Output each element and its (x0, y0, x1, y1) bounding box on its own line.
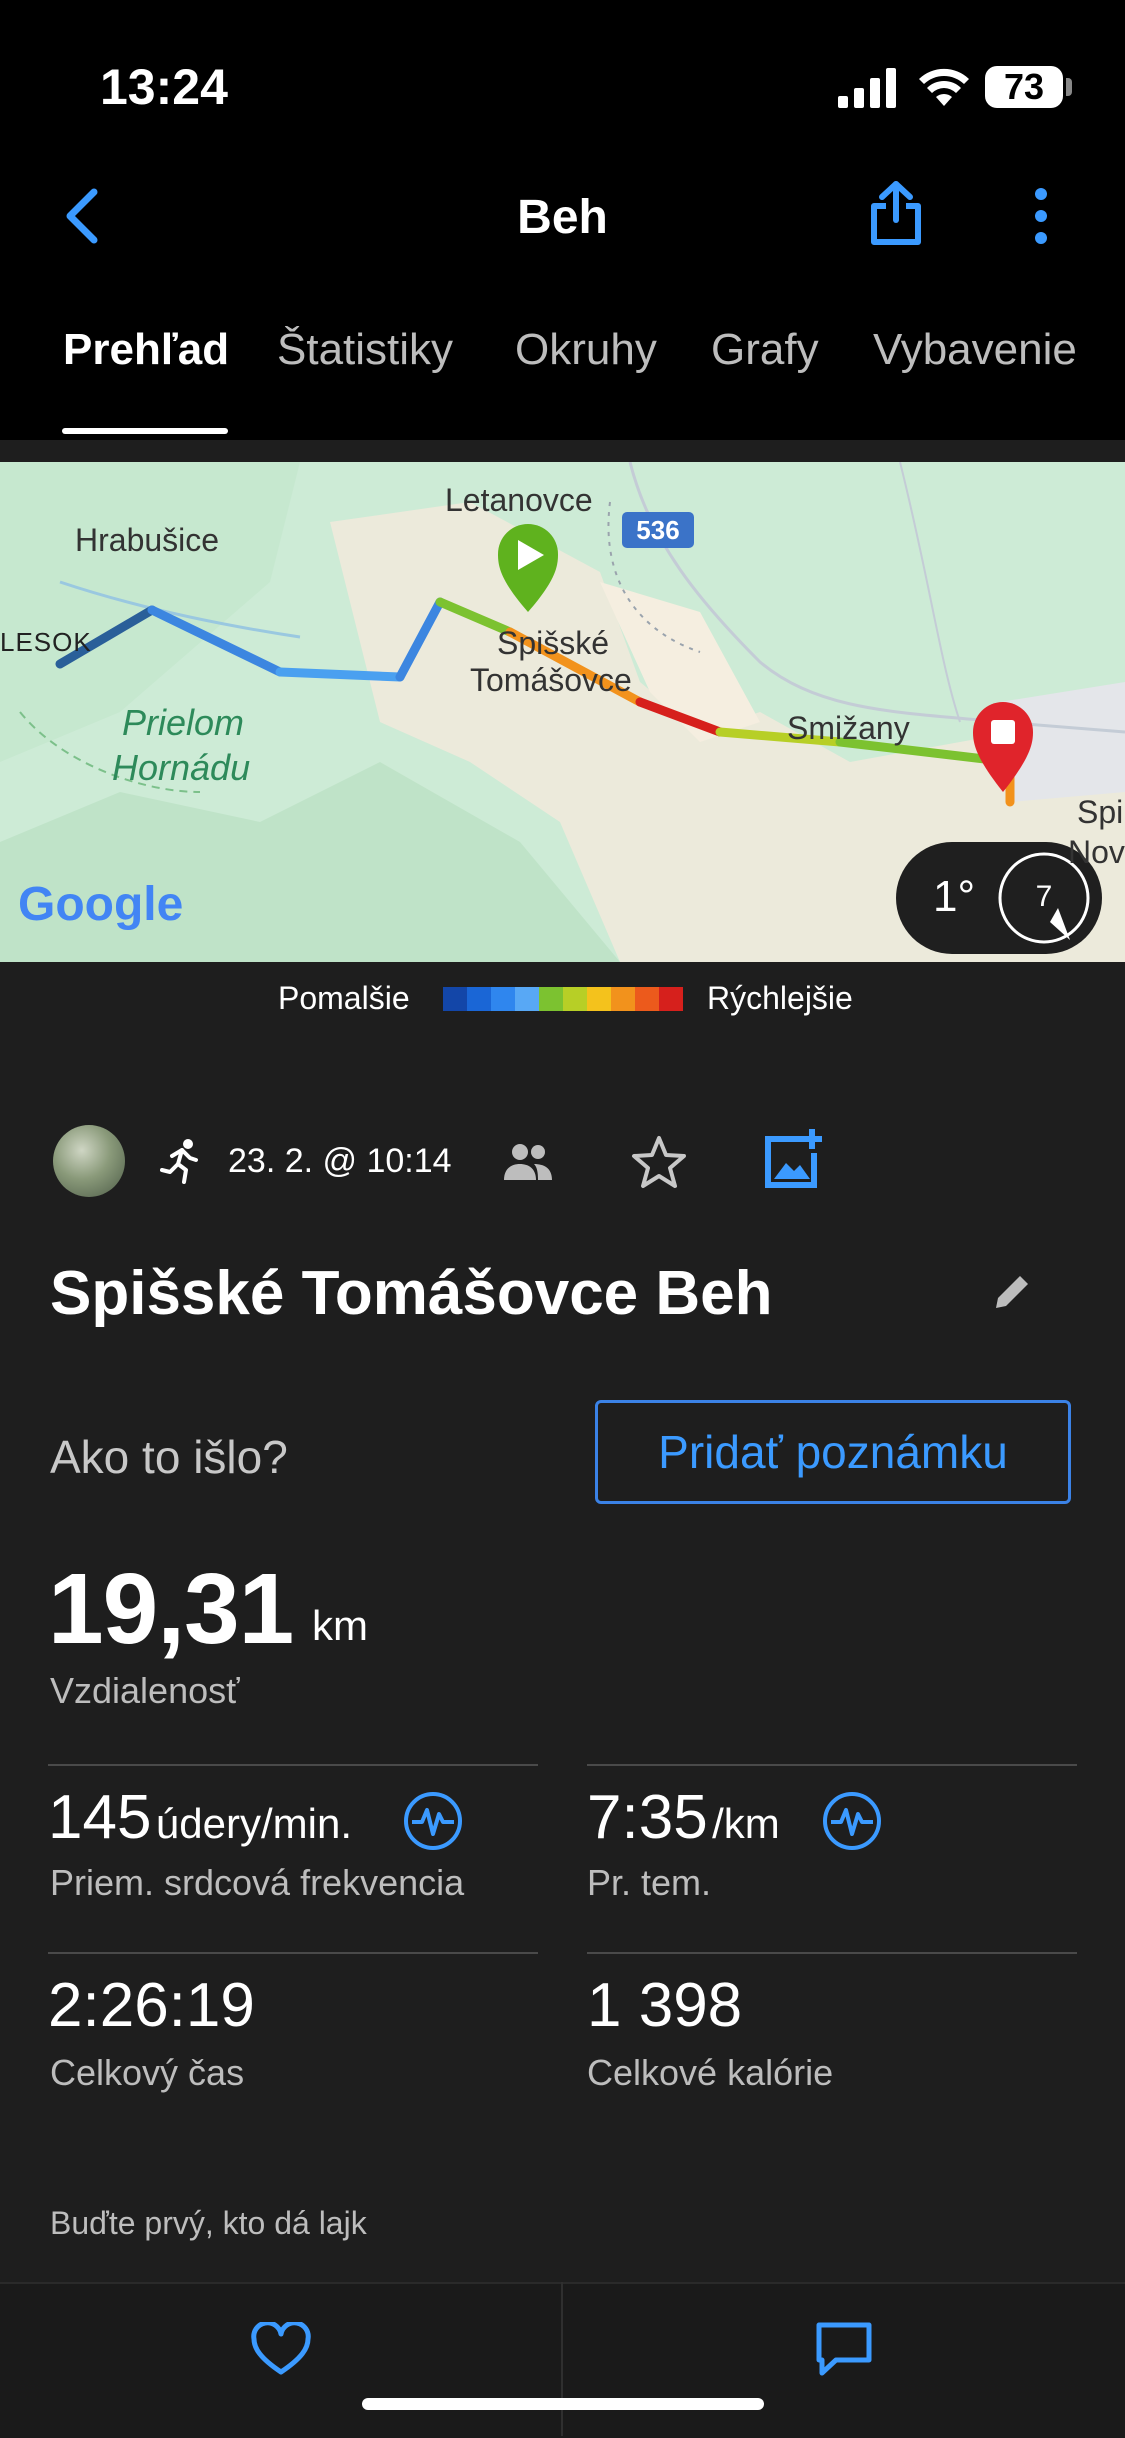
more-vertical-icon[interactable] (1030, 186, 1052, 246)
total-time-label: Celkový čas (50, 2052, 245, 2093)
activity-date: 23. 2. @ 10:14 (228, 1142, 452, 1180)
map-label-prielom: Prielom (122, 702, 245, 743)
battery-indicator: 73 (985, 66, 1063, 108)
tab-overview[interactable]: Prehľad (63, 325, 229, 375)
weather-temp: 1° (933, 872, 976, 921)
wifi-icon (919, 68, 969, 106)
map-label-nov: Nov (1068, 834, 1125, 870)
comment-icon[interactable] (814, 2320, 874, 2378)
edit-pencil-icon[interactable] (990, 1272, 1032, 1314)
how-did-it-go-label: Ako to išlo? (50, 1431, 288, 1483)
add-note-button[interactable]: Pridať poznámku (595, 1400, 1071, 1504)
total-time-value: 2:26:19 (48, 1971, 255, 2040)
heart-like-icon[interactable] (250, 2322, 312, 2378)
people-icon[interactable] (502, 1142, 554, 1182)
share-icon[interactable] (868, 180, 924, 246)
map-label-hornadu: Hornádu (112, 747, 251, 788)
tab-charts[interactable]: Grafy (711, 325, 819, 375)
tab-active-indicator (62, 428, 228, 434)
avatar[interactable] (53, 1125, 125, 1197)
divider (48, 1764, 538, 1766)
distance-unit: km (312, 1602, 368, 1649)
divider (48, 1952, 538, 1954)
speed-legend-bar (443, 987, 683, 1011)
route-segment (275, 667, 405, 682)
home-indicator (362, 2398, 764, 2410)
distance-value: 19,31 (48, 1553, 294, 1665)
tab-statistics[interactable]: Štatistiky (277, 325, 453, 375)
google-logo: Google (18, 878, 184, 931)
page-title: Beh (517, 191, 608, 244)
pace-value: 7:35 (587, 1783, 708, 1852)
calories-value: 1 398 (587, 1971, 743, 2040)
divider (587, 1764, 1077, 1766)
heart-rate-stat[interactable]: 145 údery/min. (48, 1782, 352, 1853)
divider (587, 1952, 1077, 1954)
status-time: 13:24 (100, 59, 228, 115)
distance-label: Vzdialenosť (50, 1670, 240, 1711)
pace-activity-icon[interactable] (821, 1790, 883, 1852)
heart-rate-value: 145 (48, 1783, 152, 1852)
wind-speed: 7 (1035, 880, 1053, 913)
map-label-tomasovce: Tomášovce (470, 662, 632, 698)
legend-faster: Rýchlejšie (707, 980, 853, 1016)
map-label-smizany: Smižany (787, 710, 910, 746)
tab-laps[interactable]: Okruhy (515, 325, 657, 375)
star-icon[interactable] (630, 1134, 688, 1190)
divider (561, 2282, 563, 2436)
battery-cap (1066, 78, 1072, 96)
heart-rate-label: Priem. srdcová frekvencia (50, 1862, 465, 1903)
map-label-spisske: Spišské (497, 625, 610, 661)
route-map[interactable]: Letanovce Hrabušice LESOK Prielom Hornád… (0, 462, 1125, 962)
activity-title: Spišské Tomášovce Beh (50, 1259, 773, 1328)
heart-rate-icon[interactable] (402, 1790, 464, 1852)
map-label-hrabusice: Hrabušice (75, 522, 220, 558)
heart-rate-unit: údery/min. (155, 1800, 352, 1847)
map-label-spi: Spi (1077, 794, 1124, 830)
legend-slower: Pomalšie (278, 980, 410, 1016)
running-icon (160, 1139, 198, 1184)
calories-label: Celkové kalórie (587, 2052, 834, 2093)
pace-label: Pr. tem. (587, 1862, 712, 1903)
tab-gear[interactable]: Vybavenie (873, 325, 1077, 375)
separator (0, 440, 1125, 462)
map-label-letanovce: Letanovce (445, 482, 593, 518)
like-prompt: Buďte prvý, kto dá lajk (50, 2205, 367, 2241)
tab-bar: Prehľad Štatistiky Okruhy Grafy Vybaveni… (0, 325, 1125, 435)
pace-unit: /km (712, 1800, 780, 1847)
road-badge: 536 (636, 515, 680, 545)
add-photo-icon[interactable] (762, 1127, 824, 1191)
signal-icon (838, 68, 896, 108)
pace-stat[interactable]: 7:35 /km (587, 1782, 780, 1853)
map-label-lesok: LESOK (0, 627, 92, 657)
